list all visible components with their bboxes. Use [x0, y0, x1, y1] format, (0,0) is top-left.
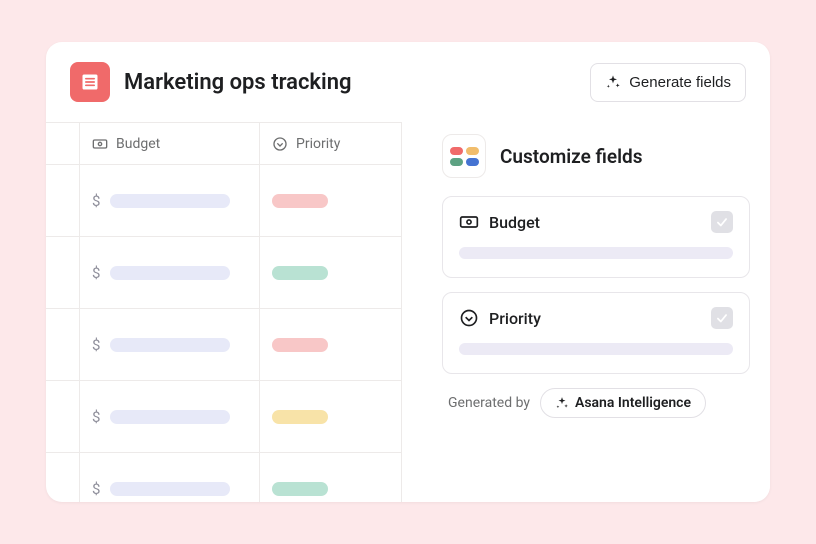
generate-fields-label: Generate fields	[629, 74, 731, 91]
budget-cell[interactable]: $	[80, 237, 260, 308]
check-icon	[715, 311, 729, 325]
generated-by: Generated by Asana Intelligence	[442, 388, 750, 418]
data-table: Budget Priority $	[46, 122, 402, 502]
chevron-down-circle-icon	[459, 308, 479, 328]
placeholder-bar	[459, 247, 733, 259]
budget-cell[interactable]: $	[80, 309, 260, 380]
field-card-label: Priority	[489, 309, 701, 328]
chevron-down-circle-icon	[272, 136, 288, 152]
gutter-cell	[46, 309, 80, 380]
table-row[interactable]: $	[46, 165, 402, 237]
table-row[interactable]: $	[46, 237, 402, 309]
placeholder-bar	[110, 194, 230, 208]
currency-symbol: $	[92, 408, 100, 426]
budget-cell[interactable]: $	[80, 453, 260, 502]
budget-cell[interactable]: $	[80, 381, 260, 452]
field-card-priority[interactable]: Priority	[442, 292, 750, 374]
gutter-column	[46, 123, 80, 164]
gutter-cell	[46, 381, 80, 452]
priority-pill	[272, 482, 328, 496]
priority-pill	[272, 338, 328, 352]
asana-intelligence-chip[interactable]: Asana Intelligence	[540, 388, 706, 418]
priority-cell[interactable]	[260, 165, 402, 236]
column-header-budget-label: Budget	[116, 136, 160, 152]
asana-intelligence-label: Asana Intelligence	[575, 395, 691, 411]
field-card-label: Budget	[489, 213, 701, 232]
fields-color-icon	[442, 134, 486, 178]
priority-pill	[272, 266, 328, 280]
customize-panel: Customize fields Budget	[402, 122, 770, 502]
currency-symbol: $	[92, 480, 100, 498]
placeholder-bar	[459, 343, 733, 355]
content: Budget Priority $	[46, 122, 770, 502]
priority-pill	[272, 194, 328, 208]
priority-cell[interactable]	[260, 237, 402, 308]
table-row[interactable]: $	[46, 381, 402, 453]
panel-header: Customize fields	[442, 134, 750, 178]
placeholder-bar	[110, 338, 230, 352]
currency-symbol: $	[92, 264, 100, 282]
field-checkbox[interactable]	[711, 307, 733, 329]
placeholder-bar	[110, 482, 230, 496]
panel-title: Customize fields	[500, 145, 643, 168]
table-row[interactable]: $	[46, 309, 402, 381]
generate-fields-button[interactable]: Generate fields	[590, 63, 746, 102]
project-icon	[70, 62, 110, 102]
app-window: Marketing ops tracking Generate fields B…	[46, 42, 770, 502]
field-card-budget[interactable]: Budget	[442, 196, 750, 278]
gutter-cell	[46, 453, 80, 502]
priority-cell[interactable]	[260, 309, 402, 380]
check-icon	[715, 215, 729, 229]
sparkle-icon	[605, 74, 621, 90]
placeholder-bar	[110, 410, 230, 424]
priority-pill	[272, 410, 328, 424]
budget-cell[interactable]: $	[80, 165, 260, 236]
currency-symbol: $	[92, 192, 100, 210]
column-header-priority[interactable]: Priority	[260, 123, 402, 164]
sparkle-icon	[555, 396, 569, 410]
priority-cell[interactable]	[260, 453, 402, 502]
gutter-cell	[46, 237, 80, 308]
table-row[interactable]: $	[46, 453, 402, 502]
page-title: Marketing ops tracking	[124, 70, 352, 95]
cash-icon	[92, 136, 108, 152]
field-checkbox[interactable]	[711, 211, 733, 233]
generated-by-label: Generated by	[448, 395, 530, 411]
table-header: Budget Priority	[46, 123, 402, 165]
placeholder-bar	[110, 266, 230, 280]
cash-icon	[459, 212, 479, 232]
column-header-budget[interactable]: Budget	[80, 123, 260, 164]
header: Marketing ops tracking Generate fields	[46, 42, 770, 122]
gutter-cell	[46, 165, 80, 236]
column-header-priority-label: Priority	[296, 136, 340, 152]
currency-symbol: $	[92, 336, 100, 354]
header-left: Marketing ops tracking	[70, 62, 352, 102]
list-icon	[80, 72, 100, 92]
priority-cell[interactable]	[260, 381, 402, 452]
